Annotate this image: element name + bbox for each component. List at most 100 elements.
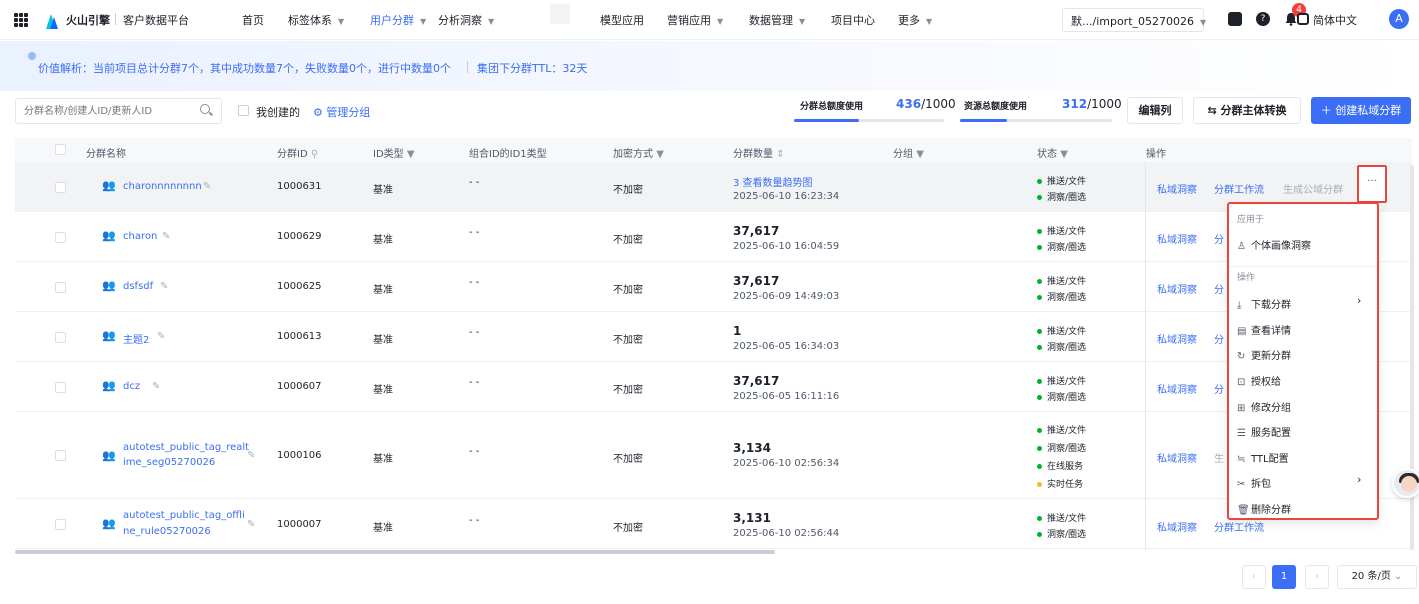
language-switch[interactable]: 简体中文 bbox=[1313, 12, 1357, 28]
nav-project-center[interactable]: 项目中心 bbox=[831, 12, 875, 28]
table-row[interactable]: 👥 主题2 ✎ 1000613 基准 - - 不加密 1 2025-06-05 … bbox=[15, 312, 1412, 362]
table-row[interactable]: 👥 dcz ✎ 1000607 基准 - - 不加密 37,617 2025-0… bbox=[15, 362, 1412, 412]
avatar[interactable]: A bbox=[1389, 9, 1409, 29]
private-insight-link[interactable]: 私域洞察 bbox=[1157, 331, 1197, 346]
table-row[interactable]: 👥 dsfsdf ✎ 1000625 基准 - - 不加密 37,617 202… bbox=[15, 262, 1412, 312]
row-checkbox[interactable] bbox=[55, 519, 66, 530]
menu-item-service-config[interactable]: ☰ 服务配置 bbox=[1237, 424, 1291, 439]
col-group[interactable]: 分组 ▼ bbox=[893, 145, 924, 160]
edit-icon[interactable]: ✎ bbox=[152, 381, 160, 392]
workflow-link[interactable]: 分 bbox=[1214, 231, 1224, 246]
private-insight-link[interactable]: 私域洞察 bbox=[1157, 381, 1197, 396]
help-icon[interactable]: ? bbox=[1256, 12, 1270, 26]
resource-quota-bar bbox=[960, 119, 1112, 122]
workflow-link[interactable]: 分 bbox=[1214, 281, 1224, 296]
nav-marketing[interactable]: 营销应用 ▼ bbox=[667, 12, 723, 28]
workflow-link[interactable]: 分 bbox=[1214, 331, 1224, 346]
page-1-button[interactable]: 1 bbox=[1272, 565, 1296, 589]
segment-name[interactable]: autotest_public_tag_offli bbox=[123, 510, 245, 521]
workflow-link[interactable]: 分群工作流 bbox=[1214, 519, 1264, 534]
page-size-select[interactable]: 20 条/页 ⌄ bbox=[1337, 565, 1417, 589]
edit-icon[interactable]: ✎ bbox=[157, 331, 165, 342]
menu-item-change-group[interactable]: ⊞ 修改分组 bbox=[1237, 399, 1291, 414]
col-idtype[interactable]: ID类型 ▼ bbox=[373, 145, 415, 160]
edit-columns-button[interactable]: 编辑列 bbox=[1127, 97, 1183, 124]
segment-name[interactable]: charonnnnnnnn bbox=[123, 181, 202, 192]
col-count[interactable]: 分群数量 ⇕ bbox=[733, 145, 785, 160]
horizontal-scrollbar[interactable] bbox=[15, 550, 775, 554]
edit-icon[interactable]: ✎ bbox=[162, 231, 170, 242]
edit-icon[interactable]: ✎ bbox=[247, 450, 255, 461]
menu-item-details[interactable]: ▤ 查看详情 bbox=[1237, 322, 1291, 337]
public-segment-link[interactable]: 生成公域分群 bbox=[1283, 181, 1343, 196]
segment-name[interactable]: 主题2 bbox=[123, 331, 149, 346]
search-icon[interactable] bbox=[200, 104, 210, 114]
menu-item-download[interactable]: ⤓ 下载分群 bbox=[1237, 296, 1291, 311]
refresh-icon: ↻ bbox=[1237, 351, 1246, 362]
private-insight-link[interactable]: 私域洞察 bbox=[1157, 281, 1197, 296]
col-encrypt[interactable]: 加密方式 ▼ bbox=[613, 145, 664, 160]
users-icon: 👥 bbox=[102, 279, 116, 292]
table-row[interactable]: 👥 autotest_public_tag_realt ime_seg05270… bbox=[15, 412, 1412, 499]
row-checkbox[interactable] bbox=[55, 232, 66, 243]
table-row[interactable]: 👥 charon ✎ 1000629 基准 - - 不加密 37,617 202… bbox=[15, 212, 1412, 262]
private-insight-link[interactable]: 私域洞察 bbox=[1157, 519, 1197, 534]
create-segment-button[interactable]: ＋ 创建私域分群 bbox=[1311, 97, 1411, 124]
assistant-avatar[interactable] bbox=[1392, 468, 1419, 498]
switch-subject-button[interactable]: ⇆ 分群主体转换 bbox=[1193, 97, 1301, 124]
col-id[interactable]: 分群ID ⚲ bbox=[277, 145, 318, 160]
segment-name[interactable]: dcz bbox=[123, 381, 140, 392]
edit-icon[interactable]: ✎ bbox=[160, 281, 168, 292]
nav-model-apps[interactable]: 模型应用 bbox=[600, 12, 644, 28]
menu-item-grant[interactable]: ⊡ 授权给 bbox=[1237, 373, 1281, 388]
nav-user-segments[interactable]: 用户分群 ▼ bbox=[370, 12, 426, 28]
message-icon[interactable] bbox=[1228, 12, 1242, 26]
segment-name-cont[interactable]: ime_seg05270026 bbox=[123, 457, 215, 468]
count-trend-link[interactable]: 3 查看数量趋势图 bbox=[733, 174, 813, 189]
more-actions-button[interactable]: ··· bbox=[1357, 165, 1387, 203]
banner-divider bbox=[467, 61, 468, 73]
search-input[interactable] bbox=[15, 98, 222, 124]
prev-page-button[interactable]: ‹ bbox=[1242, 565, 1266, 589]
public-segment-link[interactable]: 生 bbox=[1214, 450, 1224, 465]
row-checkbox[interactable] bbox=[55, 282, 66, 293]
language-icon[interactable] bbox=[1297, 13, 1309, 25]
edit-icon[interactable]: ✎ bbox=[203, 181, 211, 192]
next-page-button[interactable]: › bbox=[1305, 565, 1329, 589]
row-checkbox[interactable] bbox=[55, 450, 66, 461]
row-checkbox[interactable] bbox=[55, 182, 66, 193]
manage-groups-link[interactable]: ⚙ 管理分组 bbox=[313, 104, 370, 120]
nav-data-management[interactable]: 数据管理 ▼ bbox=[749, 12, 805, 28]
private-insight-link[interactable]: 私域洞察 bbox=[1157, 181, 1197, 196]
workflow-link[interactable]: 分 bbox=[1214, 381, 1224, 396]
nav-home[interactable]: 首页 bbox=[242, 12, 264, 28]
menu-item-split[interactable]: ✂ 拆包 bbox=[1237, 475, 1271, 490]
menu-item-delete[interactable]: 🗑删除分群 bbox=[1237, 501, 1291, 516]
private-insight-link[interactable]: 私域洞察 bbox=[1157, 450, 1197, 465]
select-all-checkbox[interactable] bbox=[55, 144, 66, 155]
nav-more[interactable]: 更多 ▼ bbox=[898, 12, 932, 28]
row-checkbox[interactable] bbox=[55, 332, 66, 343]
menu-item-refresh[interactable]: ↻ 更新分群 bbox=[1237, 347, 1291, 362]
col-status[interactable]: 状态 ▼ bbox=[1037, 145, 1068, 160]
row-checkbox[interactable] bbox=[55, 382, 66, 393]
segment-name[interactable]: autotest_public_tag_realt bbox=[123, 442, 249, 453]
workflow-link[interactable]: 分群工作流 bbox=[1214, 181, 1264, 196]
table-row[interactable]: 👥 autotest_public_tag_offli ne_rule05270… bbox=[15, 499, 1412, 549]
menu-item-portrait[interactable]: ♙ 个体画像洞察 bbox=[1237, 237, 1311, 252]
edit-icon[interactable]: ✎ bbox=[247, 519, 255, 530]
menu-section-apply: 应用于 bbox=[1237, 215, 1265, 225]
menu-item-ttl[interactable]: ≒ TTL配置 bbox=[1237, 450, 1289, 465]
brand-divider bbox=[115, 13, 116, 25]
nav-tag-system[interactable]: 标签体系 ▼ bbox=[288, 12, 344, 28]
brand-name: 火山引擎 bbox=[66, 14, 110, 27]
segment-name[interactable]: charon bbox=[123, 231, 157, 242]
segment-name-cont[interactable]: ne_rule05270026 bbox=[123, 526, 211, 537]
table-row[interactable]: 👥 charonnnnnnnn ✎ 1000631 基准 - - 不加密 3 查… bbox=[15, 162, 1412, 212]
project-select[interactable]: 默.../import_05270026 ▼ bbox=[1062, 8, 1206, 32]
mine-checkbox[interactable] bbox=[238, 105, 249, 116]
app-grid-icon[interactable] bbox=[14, 13, 28, 27]
private-insight-link[interactable]: 私域洞察 bbox=[1157, 231, 1197, 246]
nav-insight[interactable]: 分析洞察 ▼ bbox=[438, 12, 494, 28]
segment-name[interactable]: dsfsdf bbox=[123, 281, 153, 292]
